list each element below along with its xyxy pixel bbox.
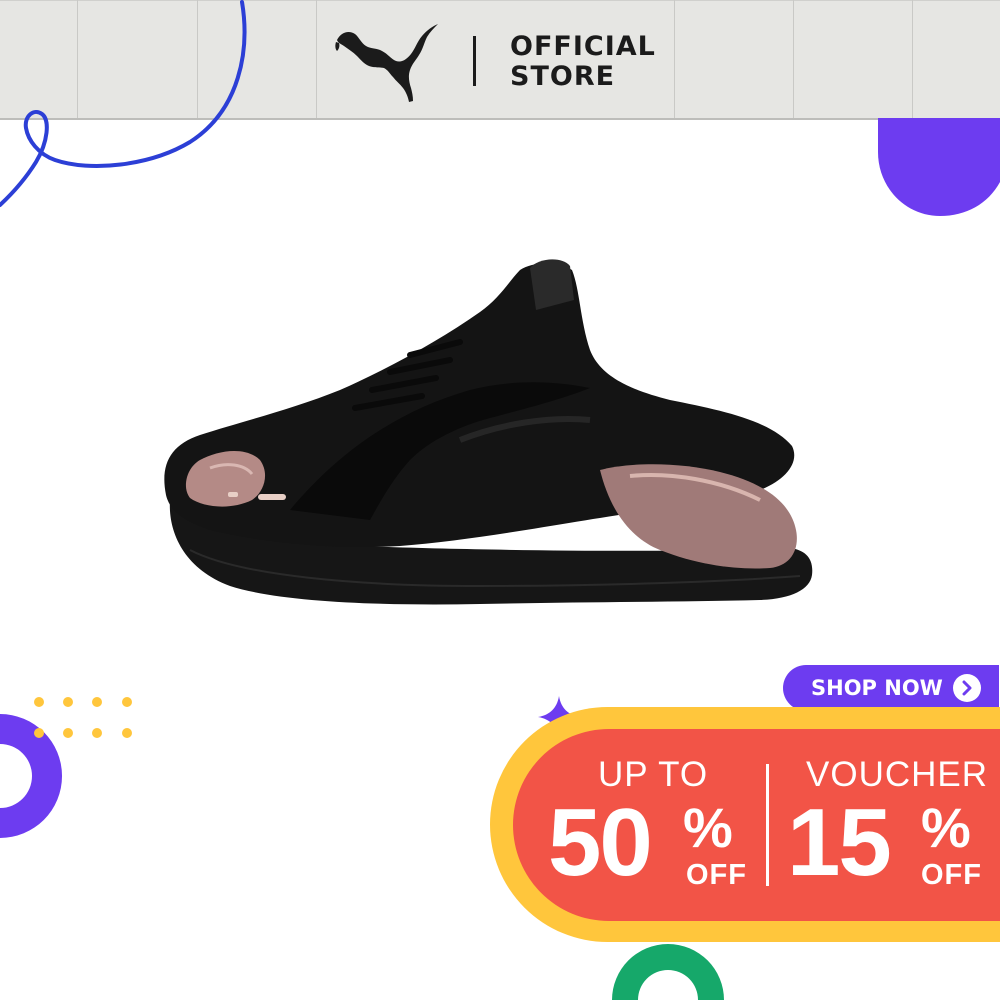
brand-divider bbox=[473, 36, 476, 86]
promo-right-prefix: VOUCHER bbox=[806, 755, 989, 794]
promo-divider bbox=[766, 764, 769, 886]
promo-left-percent: % bbox=[683, 796, 733, 859]
promo-right-percent: % bbox=[921, 796, 971, 859]
promo-left-value: 50 bbox=[548, 789, 653, 896]
promo-right-value: 15 bbox=[787, 789, 892, 896]
official-store-label: OFFICIAL STORE bbox=[510, 32, 656, 92]
puma-logo-icon[interactable] bbox=[333, 18, 441, 104]
store-label-line2: STORE bbox=[510, 61, 616, 92]
header-grid-line bbox=[316, 0, 317, 120]
header-grid-line bbox=[793, 0, 794, 120]
store-label-line1: OFFICIAL bbox=[510, 31, 656, 62]
product-sneaker-image[interactable] bbox=[160, 250, 820, 620]
promo-left-prefix: UP TO bbox=[598, 755, 709, 794]
header-grid-line bbox=[674, 0, 675, 120]
shop-now-label: SHOP NOW bbox=[811, 676, 943, 700]
blue-squiggle-decoration bbox=[0, 0, 247, 207]
green-ring-decoration bbox=[612, 944, 724, 1000]
purple-half-circle-decoration bbox=[878, 118, 1000, 216]
purple-ring-dots-decoration bbox=[0, 697, 132, 838]
shop-now-button[interactable]: SHOP NOW bbox=[783, 665, 999, 711]
header-grid-line bbox=[912, 0, 913, 120]
promo-left-suffix: OFF bbox=[686, 859, 747, 891]
chevron-right-icon bbox=[952, 674, 981, 702]
promo-right-suffix: OFF bbox=[921, 859, 982, 891]
